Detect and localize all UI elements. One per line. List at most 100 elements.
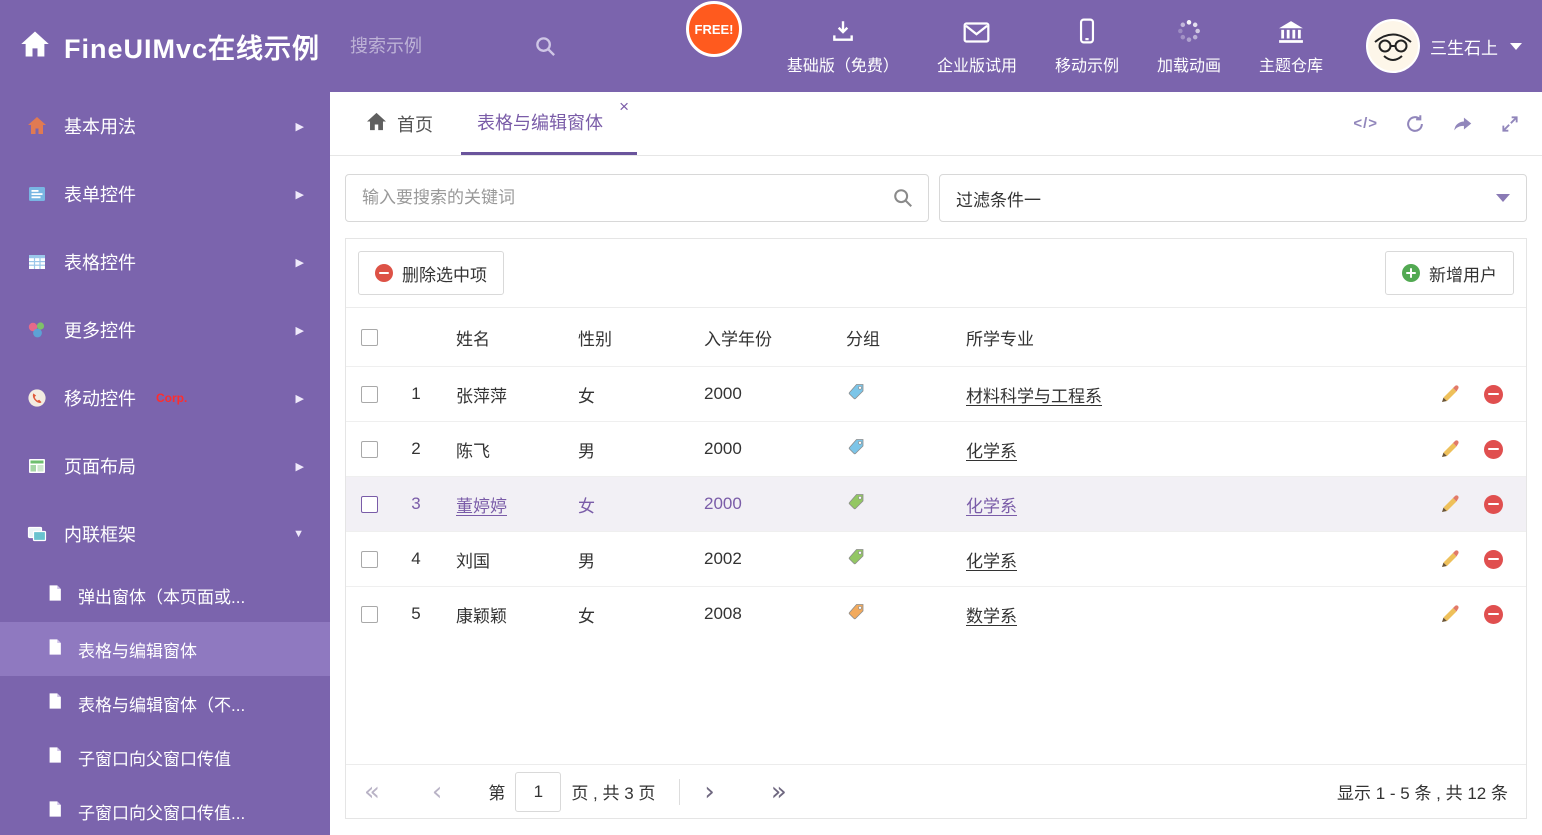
- row-index: 1: [411, 384, 421, 403]
- file-icon: [46, 638, 64, 661]
- delete-row-icon[interactable]: [1483, 439, 1503, 459]
- sidebar-item-more-controls[interactable]: 更多控件 ▶: [0, 296, 330, 364]
- tab-grid-edit-window[interactable]: 表格与编辑窗体 ×: [461, 92, 637, 155]
- keyword-search-input[interactable]: [360, 187, 892, 209]
- search-icon[interactable]: [534, 35, 557, 58]
- column-header-year: 入学年份: [704, 329, 772, 349]
- first-page-icon[interactable]: «: [364, 779, 380, 805]
- nav-enterprise-trial[interactable]: 企业版试用: [918, 17, 1036, 76]
- sidebar-subitem-child-to-parent[interactable]: 子窗口向父窗口传值: [0, 730, 330, 784]
- nav-basic-free[interactable]: 基础版（免费）: [768, 17, 918, 76]
- row-actions: [1416, 604, 1526, 624]
- close-tab-icon[interactable]: ×: [619, 98, 629, 115]
- tag-icon: [828, 492, 948, 517]
- sidebar-item-mobile-controls[interactable]: 移动控件 Corp. ▶: [0, 364, 330, 432]
- sidebar-item-table-controls[interactable]: 表格控件 ▶: [0, 228, 330, 296]
- last-page-icon[interactable]: »: [771, 779, 787, 805]
- nav-label: 企业版试用: [936, 57, 1017, 75]
- search-icon[interactable]: [892, 187, 914, 209]
- row-checkbox[interactable]: [361, 605, 378, 623]
- major-link[interactable]: 化学系: [966, 442, 1017, 461]
- share-icon[interactable]: [1452, 113, 1474, 135]
- delete-row-icon[interactable]: [1483, 384, 1503, 404]
- tag-icon: [828, 547, 948, 572]
- fullscreen-icon[interactable]: [1500, 114, 1520, 134]
- row-checkbox[interactable]: [361, 495, 378, 513]
- delete-button-label: 删除选中项: [402, 265, 487, 285]
- chevron-right-icon: ▶: [295, 256, 304, 269]
- keyword-search-box: [345, 174, 929, 222]
- next-page-icon[interactable]: ›: [704, 779, 714, 805]
- table-empty-space: [346, 641, 1526, 764]
- brand[interactable]: FineUIMvc在线示例: [20, 27, 320, 66]
- sidebar-item-form-controls[interactable]: 表单控件 ▶: [0, 160, 330, 228]
- dropdown-caret-icon: [1496, 194, 1510, 202]
- sidebar-subitem-grid-edit-window-2[interactable]: 表格与编辑窗体（不...: [0, 676, 330, 730]
- major-link[interactable]: 化学系: [966, 552, 1017, 571]
- nav-mobile-demo[interactable]: 移动示例: [1036, 17, 1138, 76]
- header-search-input[interactable]: [348, 34, 509, 58]
- header-search: [348, 34, 557, 58]
- file-icon: [46, 800, 64, 823]
- edit-icon[interactable]: [1440, 494, 1460, 514]
- add-button-label: 新增用户: [1429, 265, 1497, 285]
- row-checkbox[interactable]: [361, 385, 378, 403]
- nav-loading-animations[interactable]: 加载动画: [1138, 17, 1240, 76]
- sidebar-subitem-child-to-parent-2[interactable]: 子窗口向父窗口传值...: [0, 784, 330, 835]
- frame-icon: [26, 524, 48, 544]
- row-index: 4: [411, 549, 421, 568]
- file-icon: [46, 746, 64, 769]
- cell-gender: 男: [578, 441, 595, 461]
- select-all-checkbox[interactable]: [361, 328, 378, 346]
- form-icon: [26, 184, 48, 204]
- nav-theme-repo[interactable]: 主题仓库: [1240, 17, 1342, 76]
- add-user-button[interactable]: 新增用户: [1385, 251, 1514, 295]
- cell-gender: 女: [578, 496, 595, 516]
- chevron-right-icon: ▶: [295, 392, 304, 405]
- major-link[interactable]: 数学系: [966, 607, 1017, 626]
- major-link[interactable]: 材料科学与工程系: [966, 387, 1102, 406]
- sidebar-subitem-popup-window[interactable]: 弹出窗体（本页面或...: [0, 568, 330, 622]
- row-index: 2: [411, 439, 421, 458]
- filter-dropdown[interactable]: 过滤条件一: [939, 174, 1527, 222]
- page-number-input[interactable]: [515, 771, 562, 812]
- record-summary: 显示 1 - 5 条 , 共 12 条: [1337, 784, 1508, 803]
- delete-row-icon[interactable]: [1483, 604, 1503, 624]
- sidebar-item-iframe[interactable]: 内联框架 ▼: [0, 500, 330, 568]
- sidebar-subitem-label: 表格与编辑窗体（不...: [78, 695, 246, 715]
- delete-row-icon[interactable]: [1483, 494, 1503, 514]
- sidebar-item-page-layout[interactable]: 页面布局 ▶: [0, 432, 330, 500]
- filter-dropdown-value: 过滤条件一: [956, 190, 1041, 210]
- source-code-icon[interactable]: </>: [1353, 115, 1378, 132]
- sidebar-subitem-label: 子窗口向父窗口传值: [78, 749, 231, 769]
- refresh-icon[interactable]: [1404, 113, 1426, 135]
- tab-home[interactable]: 首页: [350, 92, 449, 155]
- delete-row-icon[interactable]: [1483, 549, 1503, 569]
- major-link[interactable]: 化学系: [966, 497, 1017, 516]
- mobile-control-icon: [26, 388, 48, 408]
- edit-icon[interactable]: [1440, 549, 1460, 569]
- row-checkbox[interactable]: [361, 550, 378, 568]
- cell-name: 陈飞: [456, 441, 490, 461]
- sidebar-item-basic-usage[interactable]: 基本用法 ▶: [0, 92, 330, 160]
- edit-icon[interactable]: [1440, 384, 1460, 404]
- sidebar-subitem-grid-edit-window[interactable]: 表格与编辑窗体: [0, 622, 330, 676]
- top-header: FineUIMvc在线示例 FREE! 基础版（免费） 企业版试用 移动示例: [0, 0, 1542, 92]
- prev-page-icon[interactable]: ‹: [432, 779, 442, 805]
- user-menu[interactable]: 三生石上: [1352, 19, 1522, 73]
- edit-icon[interactable]: [1440, 439, 1460, 459]
- table-icon: [26, 252, 48, 272]
- download-icon: [830, 17, 856, 44]
- row-actions: [1416, 384, 1526, 404]
- column-header-name: 姓名: [456, 329, 490, 349]
- row-checkbox[interactable]: [361, 440, 378, 458]
- tab-bar: 首页 表格与编辑窗体 × </>: [330, 92, 1542, 156]
- edit-icon[interactable]: [1440, 604, 1460, 624]
- delete-selected-button[interactable]: 删除选中项: [358, 251, 504, 295]
- sidebar-item-label: 页面布局: [64, 457, 136, 477]
- row-actions: [1416, 494, 1526, 514]
- cell-gender: 女: [578, 606, 595, 626]
- column-header-major: 所学专业: [966, 329, 1034, 349]
- tab-actions: </>: [1353, 92, 1542, 155]
- sidebar-item-label: 内联框架: [64, 525, 136, 545]
